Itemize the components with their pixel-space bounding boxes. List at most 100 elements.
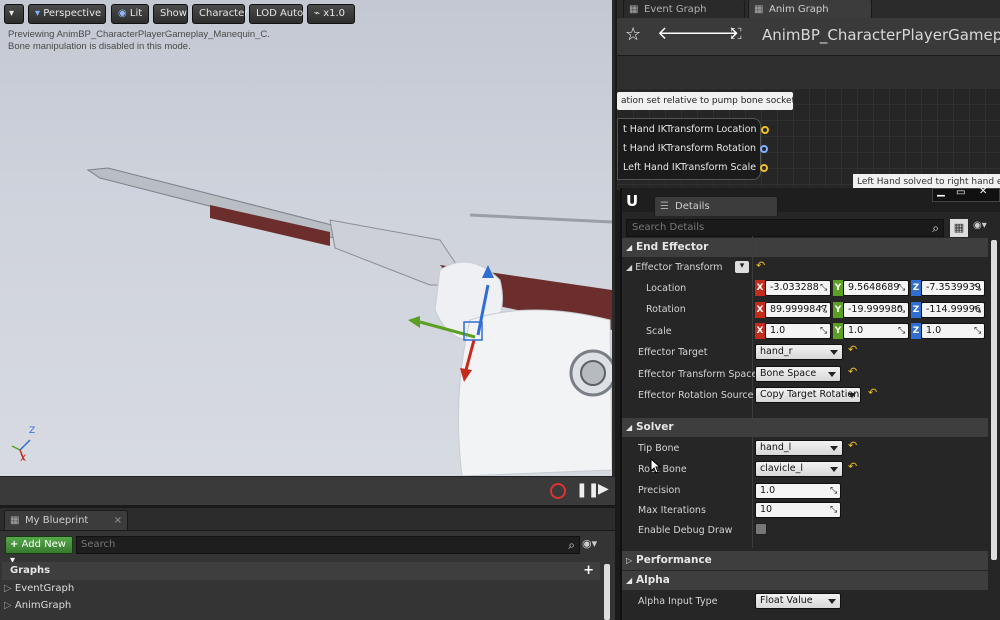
scale-y-field[interactable]: 1.0 ⤡ <box>843 323 909 339</box>
eye-icon[interactable]: ◉▾ <box>973 220 987 231</box>
axis-z-label: Z <box>29 426 36 436</box>
root-bone-label: Root Bone <box>638 464 687 475</box>
graph-item-animgraph[interactable]: ▷ AnimGraph <box>4 600 71 611</box>
dropdown-arrow-icon <box>830 446 838 451</box>
performance-category[interactable]: ▷ Performance <box>622 551 988 570</box>
reset-icon[interactable]: ↶ <box>848 439 857 452</box>
effector-target-dropdown[interactable]: hand_r <box>755 344 843 360</box>
drag-handle-icon: ⤡ <box>974 326 982 336</box>
unreal-logo-icon: U <box>626 192 639 210</box>
graph-item-eventgraph[interactable]: ▷ EventGraph <box>4 583 74 594</box>
details-tab[interactable]: ☰ Details <box>654 196 778 216</box>
alpha-category[interactable]: ◢ Alpha <box>622 571 988 590</box>
enable-debug-draw-label: Enable Debug Draw <box>638 525 733 536</box>
second-barrel <box>469 213 612 224</box>
pause-icon[interactable]: ❚❚ <box>576 482 599 498</box>
expand-arrow-icon: ▷ <box>626 556 633 565</box>
drag-handle-icon: ⤡ <box>820 305 828 315</box>
graph-breadcrumb-title: AnimBP_CharacterPlayerGameplay <box>762 26 1000 44</box>
axis-x-tag: X <box>755 323 765 339</box>
location-y-field[interactable]: 9.5648689 ⤡ <box>843 280 909 296</box>
precision-field[interactable]: 1.0 ⤡ <box>755 483 841 499</box>
rotation-x-field[interactable]: 89.9999847 ⤡ <box>765 302 831 318</box>
reset-icon[interactable]: ↶ <box>848 460 857 473</box>
debug-draw-checkbox[interactable] <box>755 523 767 535</box>
tab-anim-graph[interactable]: ▦ Anim Graph <box>748 0 872 19</box>
root-bone-dropdown[interactable]: clavicle_l <box>755 461 843 477</box>
location-x-field[interactable]: -3.033288 ⤡ <box>765 280 831 296</box>
anim-node[interactable]: t Hand IKTransform Location t Hand IKTra… <box>617 118 769 180</box>
reset-icon[interactable]: ↶ <box>868 386 877 399</box>
details-scrollbar[interactable] <box>991 240 997 560</box>
reset-icon[interactable]: ↶ <box>848 343 857 356</box>
pin-scale[interactable]: Left Hand IKTransform Scale <box>623 162 769 173</box>
axis-y-tag: Y <box>833 302 843 318</box>
tip-bone-dropdown[interactable]: hand_l <box>755 440 843 456</box>
effector-rotation-source-label: Effector Rotation Source <box>638 390 754 401</box>
property-matrix-icon[interactable]: ▦ <box>950 219 968 237</box>
scale-x-field[interactable]: 1.0 ⤡ <box>765 323 831 339</box>
max-iterations-field[interactable]: 10 ⤡ <box>755 502 841 518</box>
rotation-y-field[interactable]: -19.999980 ⤡ <box>843 302 909 318</box>
plus-icon: + <box>10 539 19 550</box>
comment-bubble[interactable]: ation set relative to pump bone socket <box>617 92 795 110</box>
end-effector-category[interactable]: ◢ End Effector <box>622 238 988 257</box>
preview-viewport[interactable]: ▾ ▾ Perspective ◉ Lit Show Character LOD… <box>0 0 615 505</box>
effector-transform-space-label: Effector Transform Space <box>638 369 758 380</box>
pin-icon <box>760 163 769 172</box>
effector-transform-row[interactable]: ◢ Effector Transform <box>626 262 723 273</box>
mouse-cursor-icon <box>650 458 662 474</box>
my-blueprint-tab[interactable]: ▦ My Blueprint × <box>4 510 128 530</box>
step-forward-icon[interactable]: ▶ <box>598 481 609 497</box>
location-label: Location <box>646 283 687 294</box>
reset-icon[interactable]: ↶ <box>848 365 857 378</box>
alpha-input-type-dropdown[interactable]: Float Value <box>755 593 841 609</box>
effector-target-label: Effector Target <box>638 347 708 358</box>
search-icon: ⌕ <box>932 221 939 235</box>
drag-handle-icon: ⤡ <box>820 283 828 293</box>
favorite-star-icon[interactable]: ☆ <box>625 24 641 45</box>
minimize-icon[interactable]: ▁ <box>937 186 945 197</box>
rotation-z-field[interactable]: -114.99996 ⤡ <box>921 302 985 318</box>
add-graph-icon[interactable]: + <box>583 562 594 580</box>
graph-canvas[interactable]: ation set relative to pump bone socket t… <box>617 88 1000 190</box>
drag-handle-icon: ⤡ <box>974 283 982 293</box>
transform-options-icon[interactable]: ▾ <box>735 261 749 273</box>
axis-y-tag: Y <box>833 280 843 296</box>
close-icon[interactable]: × <box>114 511 122 530</box>
blueprint-icon: ▦ <box>10 515 20 526</box>
add-new-button[interactable]: + Add New ▾ <box>5 536 73 566</box>
drag-handle-icon: ⤡ <box>830 486 838 496</box>
tab-event-graph[interactable]: ▦ Event Graph <box>623 0 745 19</box>
details-search-input[interactable]: Search Details ⌕ <box>626 219 944 237</box>
collapse-arrow-icon: ◢ <box>626 263 633 272</box>
transform-space-dropdown[interactable]: Bone Space <box>755 366 841 382</box>
blueprint-scrollbar[interactable] <box>604 564 610 620</box>
dropdown-arrow-icon <box>848 393 856 398</box>
alpha-input-type-label: Alpha Input Type <box>638 596 718 607</box>
expand-arrow-icon: ▷ <box>4 583 12 594</box>
scale-z-field[interactable]: 1.0 ⤡ <box>921 323 985 339</box>
graph-icon: ▦ <box>754 4 764 15</box>
precision-label: Precision <box>638 485 681 496</box>
solver-category[interactable]: ◢ Solver <box>622 418 988 437</box>
reset-icon[interactable]: ↶ <box>756 259 765 272</box>
blueprint-search-input[interactable]: Search ⌕ <box>76 536 580 554</box>
collapse-arrow-icon: ◢ <box>626 243 633 252</box>
scene-illustration <box>11 167 612 476</box>
record-icon[interactable] <box>550 483 566 499</box>
maximize-icon[interactable]: ▭ <box>956 187 965 198</box>
location-z-field[interactable]: -7.3539939 ⤡ <box>921 280 985 296</box>
eye-icon[interactable]: ◉▾ <box>582 537 597 550</box>
graph-icon: ▦ <box>629 4 639 15</box>
drag-handle-icon: ⤡ <box>974 305 982 315</box>
pin-location[interactable]: t Hand IKTransform Location <box>623 124 769 135</box>
graphs-header[interactable]: Graphs + <box>2 562 600 580</box>
rotation-source-dropdown[interactable]: Copy Target Rotation <box>755 387 861 403</box>
axis-x-tag: X <box>755 302 765 318</box>
pin-icon <box>760 125 769 134</box>
drag-handle-icon: ⤡ <box>898 305 906 315</box>
close-window-icon[interactable]: ✕ <box>979 186 987 197</box>
pin-rotation[interactable]: t Hand IKTransform Rotation <box>623 143 769 154</box>
dropdown-arrow-icon <box>830 467 838 472</box>
